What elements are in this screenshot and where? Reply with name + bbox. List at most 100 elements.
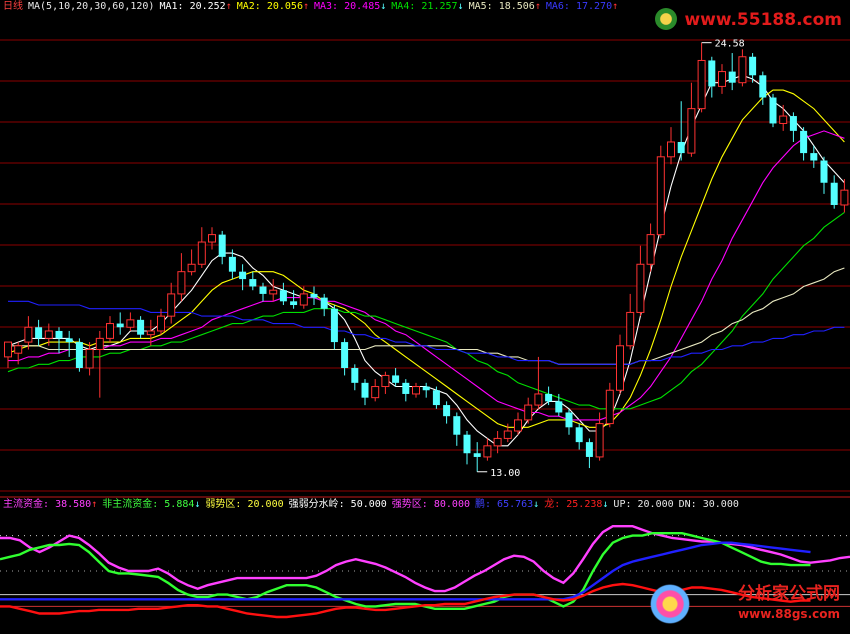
candle-body: [738, 56, 747, 84]
non-main-fund-readout: 非主流资金: 5.884↓: [102, 499, 200, 510]
ma1-value: 20.252: [189, 1, 226, 12]
weak-zone-readout: 弱势区: 20.000: [205, 499, 283, 510]
candle-body: [381, 374, 390, 388]
ma6-label: MA6:: [545, 1, 570, 12]
candle-body: [493, 437, 502, 447]
candle-body: [402, 382, 410, 394]
candle-body: [95, 337, 104, 350]
candle-body: [534, 393, 543, 406]
ma1-label: MA1:: [159, 1, 184, 12]
candle-body: [728, 71, 736, 83]
candle-body: [800, 130, 808, 154]
candle-body: [443, 405, 451, 417]
candle-body: [708, 60, 716, 87]
candle-body: [259, 286, 267, 294]
candle-body: [646, 234, 655, 265]
ma-line-4: [7, 211, 845, 410]
up-label: UP:: [613, 499, 632, 510]
long-arrow: ↓: [602, 499, 609, 510]
candle-body: [422, 386, 430, 391]
candle-body: [575, 427, 583, 443]
non-main-fund-arrow: ↓: [194, 499, 201, 510]
candle-body: [279, 290, 287, 302]
weak-zone-label: 弱势区:: [205, 499, 242, 510]
stock-chart[interactable]: 24.58 13.00: [0, 0, 850, 634]
peng-label: 鹏:: [474, 499, 492, 510]
candle-body: [55, 330, 63, 339]
candle-body: [616, 345, 624, 391]
ma2-value: 20.056: [266, 1, 303, 12]
candle-body: [157, 315, 165, 332]
ma4-label: MA4:: [391, 1, 416, 12]
ma3-arrow: ↓: [380, 1, 387, 12]
candle-body: [187, 263, 196, 273]
ma-line-3: [8, 130, 845, 421]
ma3-readout: MA3: 20.485↓: [314, 1, 386, 12]
main-fund-arrow: ↑: [91, 499, 98, 510]
candle-body: [595, 423, 604, 458]
ma6-arrow: ↑: [612, 1, 619, 12]
dn-value: 30.000: [702, 499, 739, 510]
candle-body: [290, 301, 298, 306]
candle-body: [605, 389, 614, 425]
candle-body: [585, 442, 593, 457]
ma5-readout: MA5: 18.506↑: [469, 1, 541, 12]
candle-body: [351, 368, 359, 383]
main-fund-label: 主流资金:: [3, 499, 50, 510]
candle-body: [44, 330, 53, 339]
ma1-readout: MA1: 20.252↑: [159, 1, 231, 12]
divide-readout: 强弱分水岭: 50.000: [289, 499, 387, 510]
price-panel-grid: [0, 39, 850, 498]
dn-readout: DN: 30.000: [679, 499, 739, 510]
ma-definition: MA(5,10,20,30,60,120): [28, 1, 155, 12]
divide-label: 强弱分水岭:: [288, 499, 345, 510]
ma4-value: 21.257: [421, 1, 458, 12]
candle-body: [565, 412, 573, 428]
candle-body: [432, 390, 440, 406]
watermark-bottom: 分析家公式网 www.88gs.com: [738, 584, 840, 624]
candle-body: [299, 293, 308, 306]
candle-body: [483, 445, 492, 458]
long-value: 25.238: [566, 499, 603, 510]
candle-body: [208, 234, 216, 243]
non-main-fund-value: 5.884: [164, 499, 195, 510]
flower-logo-icon: [648, 582, 692, 626]
candle-body: [555, 401, 563, 413]
ma3-value: 20.485: [344, 1, 381, 12]
non-main-fund-label: 非主流资金:: [102, 499, 159, 510]
candle-body: [514, 419, 522, 432]
ma2-readout: MA2: 20.056↑: [237, 1, 309, 12]
indicator-line-3: [0, 541, 811, 601]
candle-body: [65, 338, 73, 343]
candle-body: [524, 404, 533, 421]
candle-body: [626, 311, 635, 347]
candle-body: [453, 416, 461, 435]
watermark-top: www.55188.com: [684, 10, 842, 30]
ma-line-6: [8, 300, 845, 365]
peng-readout: 鹏: 65.763↓: [475, 499, 539, 510]
candle-body: [177, 271, 186, 295]
candle-body: [697, 59, 706, 110]
candle-body: [810, 153, 818, 161]
candle-body: [473, 453, 481, 457]
ma5-label: MA5:: [468, 1, 493, 12]
period-label[interactable]: 日线: [3, 1, 23, 12]
candle-body: [106, 323, 114, 339]
candle-body: [361, 382, 369, 398]
long-readout: 龙: 25.238↓: [544, 499, 608, 510]
candle-body: [320, 297, 328, 309]
dn-label: DN:: [678, 499, 697, 510]
candle-body: [749, 56, 757, 76]
candle-body: [75, 342, 83, 369]
candle-body: [545, 393, 553, 402]
candle-body: [830, 182, 838, 205]
candle-body: [789, 116, 797, 131]
ma6-value: 17.270: [575, 1, 613, 12]
indicator-panel[interactable]: [0, 525, 850, 619]
ma4-arrow: ↓: [457, 1, 464, 12]
candle-body: [392, 375, 400, 383]
ma6-readout: MA6: 17.270↑: [546, 1, 618, 12]
candle-body: [167, 293, 176, 317]
up-value: 20.000: [637, 499, 674, 510]
high-price-label: 24.58: [715, 39, 745, 50]
